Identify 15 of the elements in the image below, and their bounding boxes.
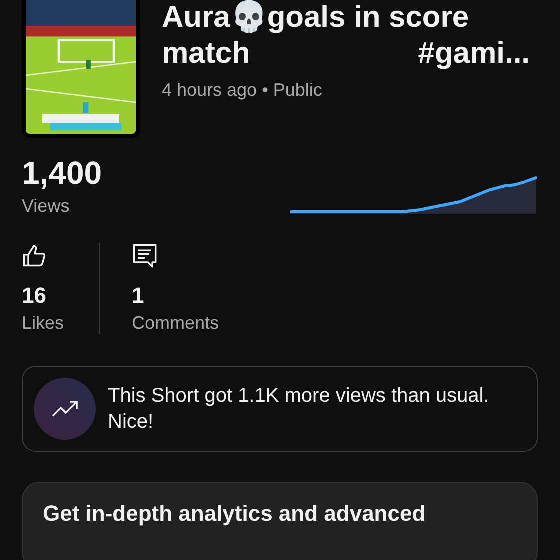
stat-count: 1 xyxy=(132,283,144,309)
insight-text: This Short got 1.1K more views than usual. Nice! xyxy=(108,384,490,435)
video-title: #gami... xyxy=(418,36,530,72)
video-meta: 4 hours ago • Public xyxy=(162,80,324,101)
video-title: Aura💀goals in score xyxy=(162,0,470,36)
views-count: 1,400 xyxy=(22,154,102,192)
views-label: Views xyxy=(22,196,71,217)
stat-label: Likes xyxy=(22,313,64,334)
thumbs-up-icon[interactable] xyxy=(22,243,48,269)
stat-label: Comments xyxy=(132,313,220,334)
promo-text: Get in-depth analytics and advanced xyxy=(43,500,427,528)
video-title: match xyxy=(162,36,250,72)
stat-count: 16 xyxy=(22,283,46,309)
trending-icon xyxy=(34,378,96,440)
comment-icon[interactable] xyxy=(132,243,158,269)
